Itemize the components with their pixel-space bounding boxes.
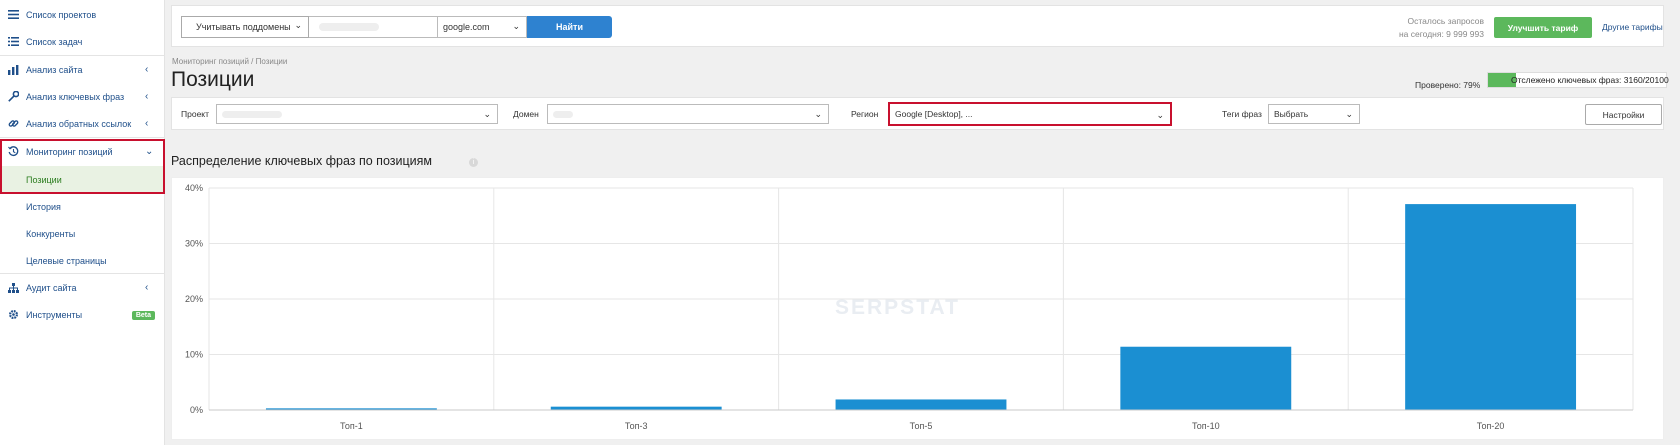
chevron-down-icon: ⌄ bbox=[1345, 109, 1353, 119]
sidebar-subitem-label: Конкуренты bbox=[26, 228, 76, 239]
search-engine-select[interactable]: google.com ⌄ bbox=[438, 16, 527, 38]
tags-value: Выбрать bbox=[1274, 109, 1309, 119]
subdomains-dropdown[interactable]: Учитывать поддомены ⌄ bbox=[181, 16, 309, 38]
chart-bar bbox=[1405, 204, 1577, 410]
sidebar-subitem-target-pages[interactable]: Целевые страницы bbox=[0, 247, 165, 274]
x-tick-label: Топ-3 bbox=[625, 421, 648, 431]
page-title: Позиции bbox=[171, 68, 255, 91]
settings-button[interactable]: Настройки bbox=[1585, 104, 1662, 125]
subdomains-label: Учитывать поддомены bbox=[196, 22, 291, 32]
quota-line-1: Осталось запросов bbox=[1407, 16, 1484, 26]
gear-icon bbox=[0, 309, 26, 320]
chevron-left-icon: ‹ bbox=[145, 64, 149, 75]
sitemap-icon bbox=[0, 282, 26, 293]
domain-label: Домен bbox=[513, 109, 539, 119]
chevron-down-icon: ⌄ bbox=[483, 109, 491, 119]
domain-select[interactable]: ⌄ bbox=[547, 104, 829, 124]
checked-status: Проверено: 79% bbox=[1415, 80, 1481, 90]
y-tick-label: 0% bbox=[190, 405, 203, 415]
x-tick-label: Топ-10 bbox=[1192, 421, 1220, 431]
sidebar-item-projects[interactable]: Список проектов bbox=[0, 1, 165, 28]
sidebar-item-label: Аудит сайта bbox=[26, 282, 77, 293]
sidebar-item-site-analysis[interactable]: Анализ сайта ‹ bbox=[0, 56, 165, 83]
x-tick-label: Топ-20 bbox=[1477, 421, 1505, 431]
region-select[interactable]: Google [Desktop], ... ⌄ bbox=[888, 102, 1172, 126]
chart-icon bbox=[0, 64, 26, 75]
sidebar-item-backlinks[interactable]: Анализ обратных ссылок ‹ bbox=[0, 110, 165, 137]
upgrade-plan-button[interactable]: Улучшить тариф bbox=[1494, 17, 1592, 38]
sidebar-item-tasks[interactable]: Список задач bbox=[0, 28, 165, 55]
search-engine-value: google.com bbox=[443, 22, 490, 32]
chart-bar bbox=[1120, 346, 1292, 410]
sidebar: Список проектов Список задач Анализ сайт… bbox=[0, 0, 165, 445]
search-input[interactable] bbox=[309, 16, 438, 38]
chart-section-title: Распределение ключевых фраз по позициям bbox=[171, 154, 432, 168]
sidebar-subitem-history[interactable]: История bbox=[0, 193, 165, 220]
info-icon[interactable]: i bbox=[469, 158, 478, 167]
sidebar-item-keywords[interactable]: Анализ ключевых фраз ‹ bbox=[0, 83, 165, 110]
tags-select[interactable]: Выбрать ⌄ bbox=[1268, 104, 1360, 124]
y-tick-label: 10% bbox=[185, 350, 203, 360]
other-plans-link[interactable]: Другие тарифы bbox=[1602, 22, 1663, 32]
sidebar-item-site-audit[interactable]: Аудит сайта ‹ bbox=[0, 274, 165, 301]
chevron-left-icon: ‹ bbox=[145, 91, 149, 102]
x-tick-label: Топ-1 bbox=[340, 421, 363, 431]
x-tick-label: Топ-5 bbox=[910, 421, 933, 431]
highlight-frame bbox=[0, 139, 165, 194]
chevron-down-icon: ⌄ bbox=[512, 21, 520, 31]
region-value: Google [Desktop], ... bbox=[895, 109, 973, 119]
quota-line-2: на сегодня: 9 999 993 bbox=[1398, 29, 1484, 39]
sidebar-subitem-label: Целевые страницы bbox=[26, 255, 107, 266]
y-tick-label: 20% bbox=[185, 294, 203, 304]
redacted-text bbox=[553, 110, 573, 118]
tracked-keywords-text: Отслежено ключевых фраз: 3160/20100 bbox=[1511, 75, 1669, 85]
chart-bar bbox=[835, 399, 1007, 410]
menu-icon bbox=[0, 10, 26, 19]
sidebar-item-label: Анализ сайта bbox=[26, 64, 83, 75]
quota-text: Осталось запросов на сегодня: 9 999 993 bbox=[1399, 15, 1484, 41]
chevron-down-icon: ⌄ bbox=[1156, 110, 1164, 120]
tracked-progress-bar: Отслежено ключевых фраз: 3160/20100 bbox=[1487, 72, 1669, 88]
list-icon bbox=[0, 37, 26, 46]
y-tick-label: 40% bbox=[185, 183, 203, 193]
redacted-text bbox=[222, 110, 282, 118]
sidebar-subitem-label: История bbox=[26, 201, 61, 212]
sidebar-item-label: Список проектов bbox=[26, 9, 97, 20]
sidebar-item-label: Анализ ключевых фраз bbox=[26, 91, 125, 102]
top-search-bar: Учитывать поддомены ⌄ google.com ⌄ Найти… bbox=[171, 5, 1664, 47]
filters-bar: Проект ⌄ Домен ⌄ Регион Google [Desktop]… bbox=[171, 97, 1664, 130]
sidebar-subitem-competitors[interactable]: Конкуренты bbox=[0, 220, 165, 247]
chevron-down-icon: ⌄ bbox=[294, 20, 302, 30]
project-select[interactable]: ⌄ bbox=[216, 104, 498, 124]
tags-label: Теги фраз bbox=[1222, 109, 1262, 119]
redacted-text bbox=[319, 23, 379, 31]
project-label: Проект bbox=[181, 109, 209, 119]
y-tick-label: 30% bbox=[185, 239, 203, 249]
serpstat-watermark: SERPSTAT bbox=[835, 296, 960, 319]
region-label: Регион bbox=[851, 109, 879, 119]
chevron-left-icon: ‹ bbox=[145, 118, 149, 129]
link-icon bbox=[0, 118, 26, 129]
chevron-left-icon: ‹ bbox=[145, 282, 149, 293]
breadcrumb: Мониторинг позиций / Позиции bbox=[172, 57, 288, 66]
sidebar-item-label: Анализ обратных ссылок bbox=[26, 118, 132, 129]
find-button[interactable]: Найти bbox=[527, 16, 612, 38]
sidebar-item-label: Список задач bbox=[26, 36, 83, 47]
beta-badge: Beta bbox=[131, 311, 155, 320]
chevron-down-icon: ⌄ bbox=[814, 109, 822, 119]
key-icon bbox=[0, 91, 26, 102]
